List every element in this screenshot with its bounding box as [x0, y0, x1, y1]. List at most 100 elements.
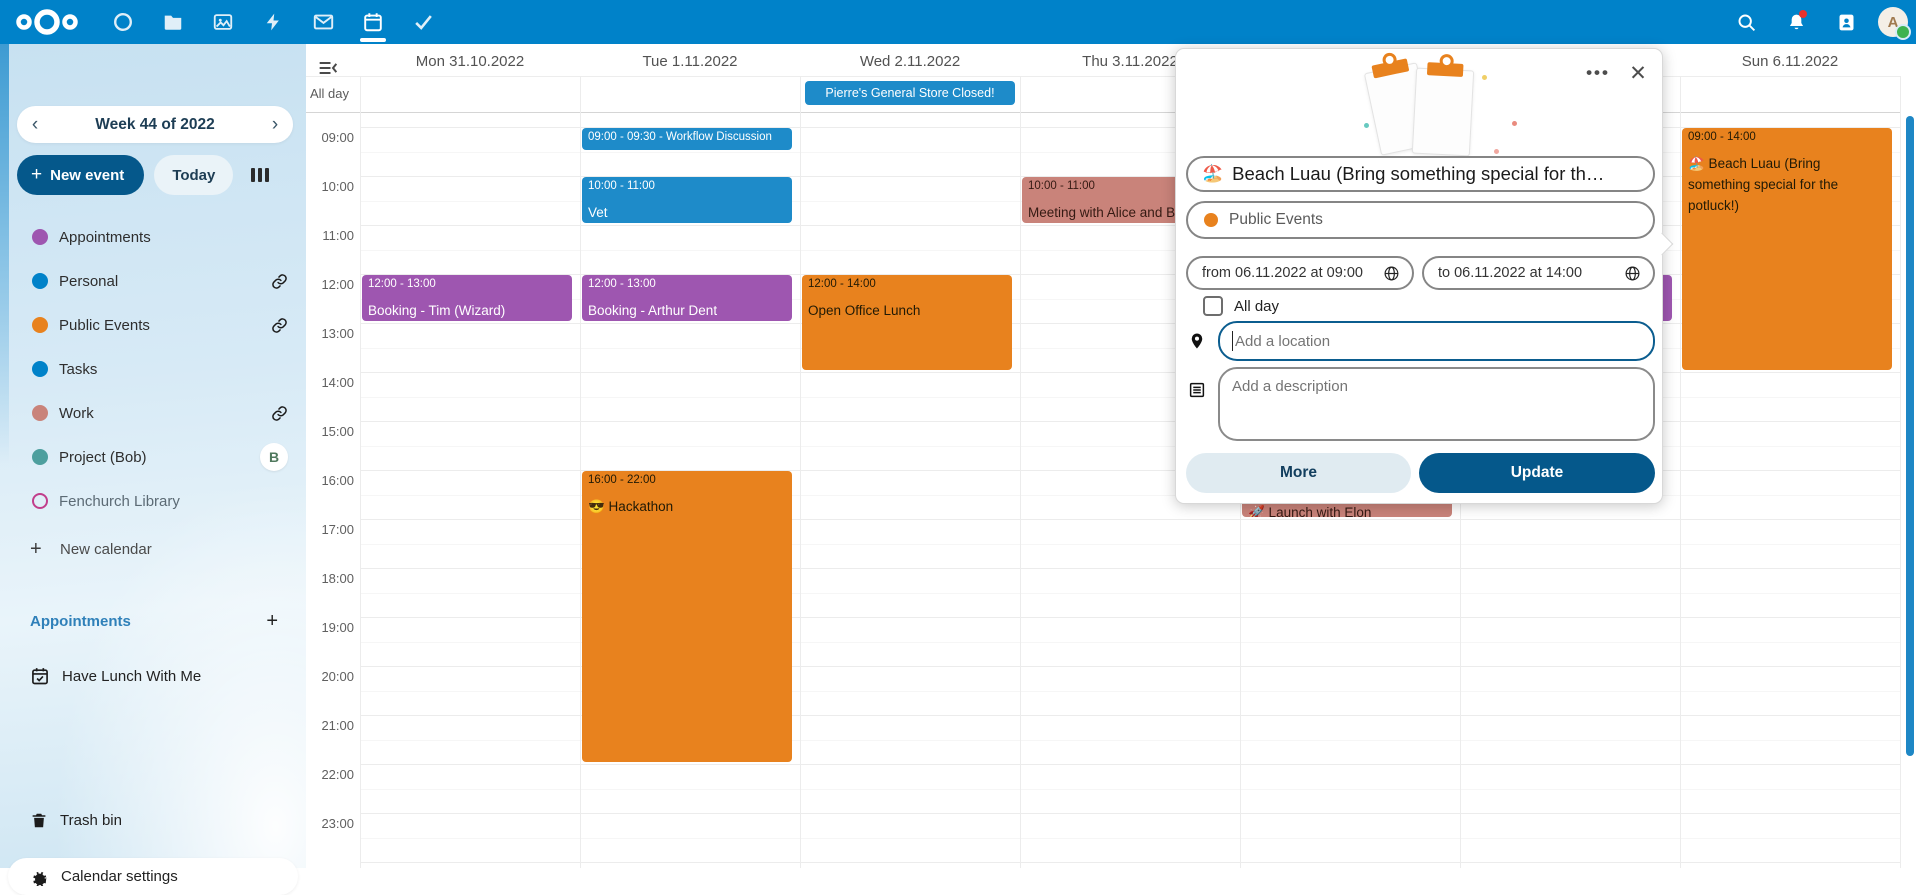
time-label: 19:00: [312, 620, 354, 635]
event-title-input[interactable]: 🏖️ Beach Luau (Bring something special f…: [1186, 156, 1655, 192]
share-link-icon[interactable]: [271, 317, 288, 334]
calendar-color-dot: [32, 361, 48, 377]
time-label: 21:00: [312, 718, 354, 733]
three-dots-menu-icon[interactable]: •••: [1584, 59, 1612, 87]
location-input[interactable]: Add a location: [1218, 321, 1655, 361]
calendar-select-value: Public Events: [1229, 211, 1637, 229]
mail-icon[interactable]: [298, 0, 348, 44]
start-datetime-value: from 06.11.2022 at 09:00: [1202, 265, 1383, 281]
calendar-event[interactable]: 09:00 - 09:30 - Workflow Discussion: [582, 128, 792, 150]
sidebar-calendar-item[interactable]: Project (Bob) B: [0, 435, 306, 479]
close-icon[interactable]: ✕: [1624, 59, 1652, 87]
calendar-settings-button[interactable]: Calendar settings: [8, 858, 298, 895]
event-title: Vet: [588, 203, 786, 223]
calendar-select[interactable]: Public Events: [1186, 201, 1655, 239]
all-day-event[interactable]: Pierre's General Store Closed!: [805, 81, 1015, 105]
grid-line: [360, 323, 1900, 324]
description-icon: [1186, 379, 1208, 401]
calendar-shared-badge: B: [260, 443, 288, 471]
calendar-event[interactable]: 12:00 - 14:00 Open Office Lunch: [802, 275, 1012, 370]
sidebar-toggle-icon[interactable]: [318, 60, 338, 76]
trash-icon: [30, 811, 48, 830]
beach-emoji: 🏖️: [1202, 164, 1223, 184]
calendar-color-dot: [32, 229, 48, 245]
photos-icon[interactable]: [198, 0, 248, 44]
event-time: 12:00 - 13:00: [368, 278, 566, 292]
time-label: 22:00: [312, 767, 354, 782]
notifications-icon[interactable]: [1778, 4, 1814, 40]
tasks-icon[interactable]: [398, 0, 448, 44]
checkbox-unchecked[interactable]: [1203, 296, 1223, 316]
add-appointment-button[interactable]: +: [266, 610, 278, 633]
files-icon[interactable]: [148, 0, 198, 44]
timezone-globe-icon[interactable]: [1383, 265, 1400, 282]
time-label: 17:00: [312, 522, 354, 537]
calendar-icon[interactable]: [348, 0, 398, 44]
view-mode-icon[interactable]: [251, 168, 269, 182]
time-label: 14:00: [312, 375, 354, 390]
start-datetime-field[interactable]: from 06.11.2022 at 09:00: [1186, 256, 1414, 290]
calendar-color-dot: [32, 317, 48, 333]
grid-line: [360, 250, 1900, 251]
description-input[interactable]: Add a description: [1218, 367, 1655, 441]
calendar-event[interactable]: 12:00 - 13:00 Booking - Arthur Dent: [582, 275, 792, 321]
clipboard-front: [1412, 68, 1474, 157]
calendar-color-dot: [32, 493, 48, 509]
share-link-icon[interactable]: [271, 405, 288, 422]
nextcloud-logo[interactable]: [14, 6, 80, 38]
contacts-icon[interactable]: [1828, 4, 1864, 40]
sidebar-calendar-item[interactable]: Fenchurch Library: [0, 479, 306, 523]
calendar-event[interactable]: 10:00 - 11:00 Vet: [582, 177, 792, 223]
timezone-globe-icon[interactable]: [1624, 265, 1641, 282]
grid-line: [360, 152, 1900, 153]
calendar-event[interactable]: 09:00 - 14:00 🏖️ Beach Luau (Bring somet…: [1682, 128, 1892, 370]
time-label: 16:00: [312, 473, 354, 488]
activity-icon[interactable]: [248, 0, 298, 44]
calendar-grid-area: Mon 31.10.2022Tue 1.11.2022Wed 2.11.2022…: [306, 44, 1916, 868]
calendar-event[interactable]: 16:00 - 22:00 😎 Hackathon: [582, 471, 792, 762]
column-border: [580, 76, 581, 868]
event-title-text: Beach Luau (Bring something special for …: [1232, 163, 1639, 185]
top-bar: A: [0, 0, 1916, 44]
day-header[interactable]: Wed 2.11.2022: [800, 53, 1020, 73]
sidebar-calendar-item[interactable]: Tasks: [0, 347, 306, 391]
day-header[interactable]: Tue 1.11.2022: [580, 53, 800, 73]
sidebar-calendar-item[interactable]: Public Events: [0, 303, 306, 347]
gear-icon: [30, 867, 49, 886]
event-time: 12:00 - 14:00: [808, 278, 1006, 292]
day-header[interactable]: Sun 6.11.2022: [1680, 53, 1900, 73]
vertical-scrollbar[interactable]: [1906, 116, 1914, 756]
today-button[interactable]: Today: [154, 155, 233, 195]
calendar-color-dot: [32, 449, 48, 465]
sidebar-calendar-item[interactable]: Work: [0, 391, 306, 435]
grid-line: [360, 813, 1900, 814]
avatar[interactable]: A: [1878, 7, 1908, 37]
calendar-name: Project (Bob): [59, 449, 260, 466]
grid-line: [360, 446, 1900, 447]
search-icon[interactable]: [1728, 4, 1764, 40]
column-border: [1680, 76, 1681, 868]
trash-bin-button[interactable]: Trash bin: [0, 800, 306, 840]
calendar-name: Fenchurch Library: [59, 493, 288, 510]
end-datetime-field[interactable]: to 06.11.2022 at 14:00: [1422, 256, 1655, 290]
appointment-link-item[interactable]: Have Lunch With Me: [0, 656, 306, 696]
calendar-name: Appointments: [59, 229, 288, 246]
update-button[interactable]: Update: [1419, 453, 1655, 493]
new-calendar-button[interactable]: + New calendar: [0, 531, 306, 567]
week-next-button[interactable]: ›: [257, 106, 293, 143]
dashboard-icon[interactable]: [98, 0, 148, 44]
sidebar-calendar-item[interactable]: Appointments: [0, 215, 306, 259]
event-time: 09:00 - 14:00: [1688, 131, 1886, 145]
new-event-button[interactable]: + New event: [17, 155, 144, 195]
more-button[interactable]: More: [1186, 453, 1411, 493]
share-link-icon[interactable]: [271, 273, 288, 290]
plus-icon: +: [30, 538, 48, 561]
all-day-checkbox[interactable]: All day: [1192, 296, 1279, 316]
text-cursor: [1232, 331, 1233, 351]
calendar-event[interactable]: 12:00 - 13:00 Booking - Tim (Wizard): [362, 275, 572, 321]
week-prev-button[interactable]: ‹: [17, 106, 53, 143]
day-header[interactable]: Mon 31.10.2022: [360, 53, 580, 73]
event-time: 12:00 - 13:00: [588, 278, 786, 292]
description-placeholder: Add a description: [1232, 378, 1348, 395]
sidebar-calendar-item[interactable]: Personal: [0, 259, 306, 303]
